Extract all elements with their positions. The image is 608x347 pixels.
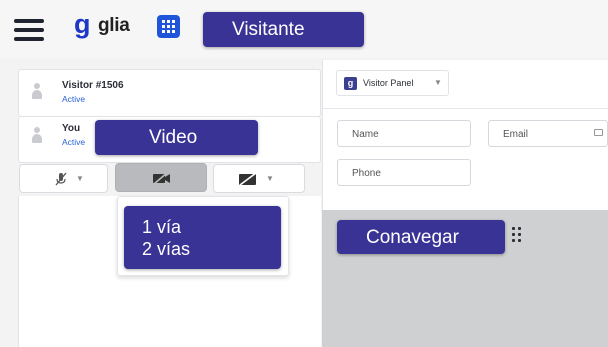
glia-logo-mark: g (74, 9, 91, 39)
drag-handle-icon[interactable] (512, 227, 524, 243)
mic-off-icon (55, 172, 67, 186)
visitor-name: Visitor #1506 (62, 80, 124, 91)
email-field[interactable]: Email (488, 120, 608, 147)
panel-divider (322, 108, 608, 109)
self-name: You (62, 123, 81, 134)
visitor-card[interactable]: Visitor #1506 Active (18, 69, 321, 117)
menu-icon[interactable] (14, 19, 44, 41)
chevron-down-icon: ▼ (434, 78, 442, 87)
video-toggle-button[interactable] (115, 163, 207, 192)
video-mode-one-way[interactable]: 1 vía (142, 216, 281, 238)
video-off-icon (153, 172, 170, 185)
name-field[interactable]: Name (337, 120, 471, 147)
video-mode-two-way[interactable]: 2 vías (142, 238, 281, 260)
visitor-panel-tab[interactable]: g Visitor Panel ▼ (336, 70, 449, 96)
person-icon (31, 83, 43, 101)
screen-share-off-icon (239, 173, 257, 186)
screen-share-button[interactable]: ▼ (213, 164, 305, 193)
visitor-panel-tab-label: Visitor Panel (363, 78, 414, 88)
person-icon (31, 127, 43, 145)
glia-logo-text: glia (98, 15, 130, 36)
phone-field[interactable]: Phone (337, 159, 471, 186)
conavegar-callout: Conavegar (337, 220, 505, 254)
visitante-callout: Visitante (203, 12, 364, 47)
glia-tab-icon: g (344, 77, 357, 90)
video-mode-callout: 1 vía 2 vías (124, 206, 281, 269)
apps-grid-icon[interactable] (157, 15, 180, 38)
self-status: Active (62, 137, 86, 147)
visitor-status: Active (62, 94, 86, 104)
mic-toggle-button[interactable]: ▼ (19, 164, 108, 193)
mail-icon (594, 129, 603, 136)
video-callout: Video (95, 120, 258, 155)
